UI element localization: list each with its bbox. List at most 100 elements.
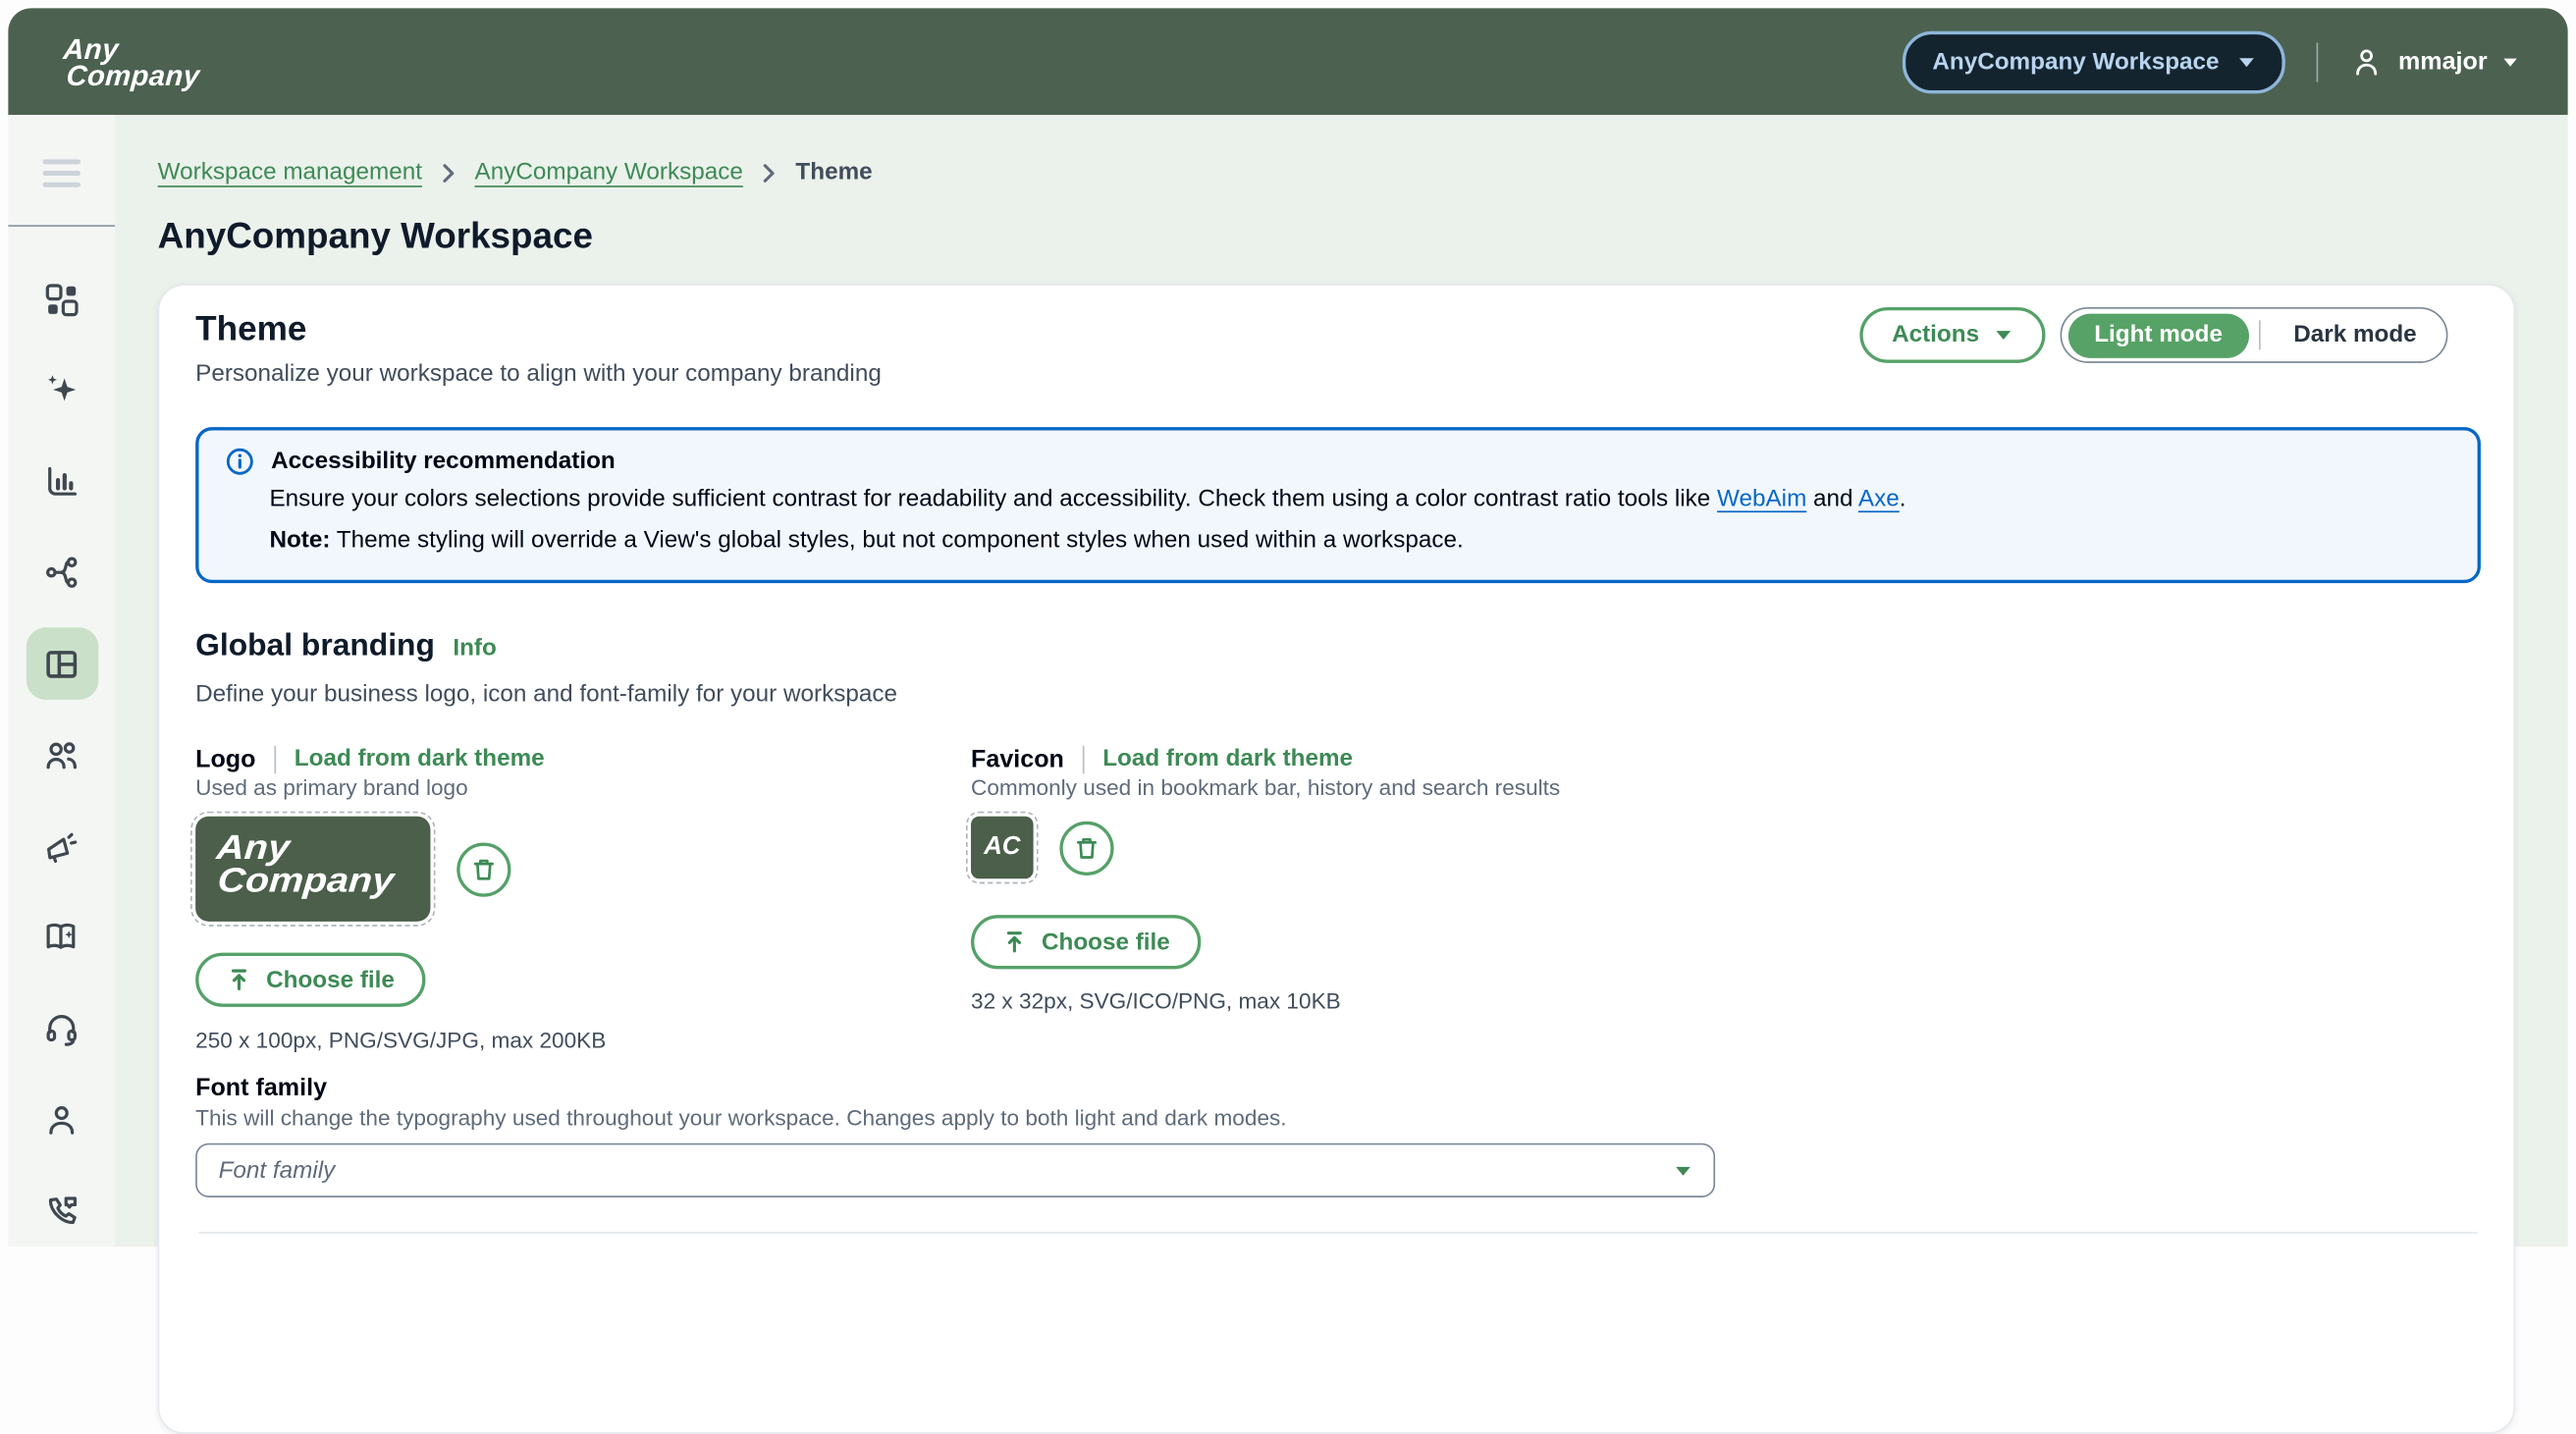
- users-icon: [43, 736, 80, 773]
- favicon-hint: 32 x 32px, SVG/ICO/PNG, max 10KB: [971, 988, 1560, 1013]
- logo-preview: Any Company: [195, 817, 430, 922]
- favicon-load-from-dark-link[interactable]: Load from dark theme: [1102, 746, 1353, 772]
- layout-icon: [43, 645, 80, 682]
- global-branding-subtitle: Define your business logo, icon and font…: [195, 681, 897, 708]
- sidebar-item-users[interactable]: [26, 718, 98, 791]
- actions-button-label: Actions: [1892, 322, 1979, 348]
- logo-preview-line1: Any: [215, 832, 458, 865]
- book-sparkle-icon: [43, 918, 80, 955]
- webaim-link[interactable]: WebAim: [1717, 486, 1806, 512]
- font-family-placeholder: Font family: [219, 1157, 336, 1184]
- favicon-preview-text: AC: [984, 832, 1020, 862]
- sidebar-item-support[interactable]: [26, 992, 98, 1065]
- app-window: Any Company AnyCompany Workspace mmajor: [0, 0, 2576, 1247]
- sidebar-item-profile[interactable]: [26, 1084, 98, 1156]
- banner-note: Note: Theme styling will override a View…: [269, 523, 2450, 558]
- axe-link[interactable]: Axe: [1858, 486, 1900, 512]
- logo-description: Used as primary brand logo: [195, 775, 971, 803]
- favicon-choose-file-button[interactable]: Choose file: [971, 915, 1202, 969]
- breadcrumb: Workspace management AnyCompany Workspac…: [158, 159, 873, 186]
- banner-note-text: Theme styling will override a View's glo…: [330, 526, 1463, 553]
- branch-icon: [43, 554, 80, 591]
- chevron-right-icon: [440, 162, 456, 184]
- light-mode-segment[interactable]: Light mode: [2067, 313, 2248, 357]
- mode-toggle-divider: [2259, 320, 2261, 349]
- company-logo-line2: Company: [66, 62, 201, 88]
- global-branding-header: Global branding Info: [195, 629, 497, 665]
- main-content: Workspace management AnyCompany Workspac…: [115, 115, 2567, 1247]
- dark-mode-label: Dark mode: [2293, 322, 2416, 348]
- logo-hint: 250 x 100px, PNG/SVG/JPG, max 200KB: [195, 1029, 971, 1053]
- sidebar-divider: [8, 225, 115, 228]
- sidebar-item-analytics[interactable]: [26, 446, 98, 518]
- dark-mode-segment[interactable]: Dark mode: [2271, 322, 2440, 348]
- font-family-section: Font family This will change the typogra…: [195, 1074, 1715, 1197]
- logo-choose-file-label: Choose file: [266, 967, 395, 993]
- user-name: mmajor: [2398, 48, 2488, 76]
- banner-body-and: and: [1806, 486, 1858, 512]
- sidebar-item-workspace-layout[interactable]: [26, 627, 98, 700]
- workspace-selector-label: AnyCompany Workspace: [1932, 48, 2219, 75]
- favicon-delete-button[interactable]: [1059, 821, 1113, 875]
- banner-body: Ensure your colors selections provide su…: [269, 482, 2450, 517]
- menu-icon[interactable]: [43, 159, 80, 186]
- banner-body-text: Ensure your colors selections provide su…: [269, 486, 1717, 512]
- mode-toggle: Light mode Dark mode: [2060, 307, 2447, 363]
- logo-delete-button[interactable]: [456, 842, 510, 896]
- user-icon: [2349, 44, 2384, 79]
- chevron-down-icon: [2237, 55, 2255, 68]
- sidebar-nav: [8, 115, 115, 1247]
- global-branding-title: Global branding: [195, 629, 435, 665]
- banner-title: Accessibility recommendation: [271, 449, 616, 475]
- font-family-label: Font family: [195, 1074, 1715, 1101]
- logo-load-from-dark-link[interactable]: Load from dark theme: [295, 746, 545, 772]
- divider: [274, 745, 277, 772]
- logo-choose-file-button[interactable]: Choose file: [195, 953, 426, 1007]
- theme-card-controls: Actions Light mode Dark mode: [1859, 307, 2448, 363]
- section-divider: [198, 1232, 2477, 1234]
- sidebar-item-announcements[interactable]: [26, 810, 98, 882]
- theme-card: Theme Personalize your workspace to alig…: [158, 285, 2515, 1434]
- favicon-label: Favicon: [971, 745, 1064, 772]
- company-logo-line1: Any: [63, 35, 203, 62]
- sidebar-item-learning[interactable]: [26, 901, 98, 974]
- sidebar-item-flows[interactable]: [26, 536, 98, 609]
- top-bar-divider: [2316, 42, 2318, 81]
- sidebar-item-dashboard[interactable]: [26, 263, 98, 336]
- favicon-section: Favicon Load from dark theme Commonly us…: [971, 742, 1560, 1052]
- actions-button[interactable]: Actions: [1859, 307, 2045, 363]
- favicon-preview: AC: [971, 817, 1034, 879]
- top-bar: Any Company AnyCompany Workspace mmajor: [8, 8, 2567, 115]
- trash-icon: [1073, 833, 1100, 861]
- favicon-choose-file-label: Choose file: [1042, 929, 1170, 955]
- branding-columns: Logo Load from dark theme Used as primar…: [195, 742, 1560, 1052]
- breadcrumb-anycompany-workspace[interactable]: AnyCompany Workspace: [475, 159, 743, 186]
- person-icon: [43, 1100, 80, 1138]
- page-title: AnyCompany Workspace: [158, 215, 593, 258]
- user-menu[interactable]: mmajor: [2349, 44, 2519, 79]
- font-family-select[interactable]: Font family: [195, 1143, 1715, 1197]
- theme-card-subtitle: Personalize your workspace to align with…: [195, 361, 882, 388]
- sidebar-item-ai[interactable]: [26, 354, 98, 427]
- sidebar-icon-list: [26, 263, 98, 1247]
- favicon-description: Commonly used in bookmark bar, history a…: [971, 775, 1560, 803]
- banner-body-end: .: [1900, 486, 1906, 512]
- banner-note-label: Note:: [269, 526, 330, 553]
- logo-preview-line2: Company: [216, 866, 456, 898]
- top-bar-right: AnyCompany Workspace mmajor: [1903, 30, 2518, 93]
- global-branding-info-link[interactable]: Info: [453, 636, 496, 663]
- accessibility-banner: Accessibility recommendation Ensure your…: [195, 427, 2481, 583]
- megaphone-icon: [43, 827, 80, 865]
- logo-label: Logo: [195, 745, 255, 772]
- breadcrumb-workspace-management[interactable]: Workspace management: [158, 159, 422, 186]
- sidebar-item-contact[interactable]: [26, 1175, 98, 1248]
- upload-icon: [1002, 929, 1027, 954]
- chevron-down-icon: [1994, 329, 2012, 342]
- workspace-selector[interactable]: AnyCompany Workspace: [1903, 30, 2284, 93]
- upload-icon: [227, 968, 251, 992]
- divider: [1082, 745, 1085, 772]
- headset-icon: [43, 1009, 80, 1046]
- chevron-right-icon: [761, 162, 778, 184]
- bar-chart-icon: [43, 462, 80, 500]
- font-family-description: This will change the typography used thr…: [195, 1105, 1715, 1133]
